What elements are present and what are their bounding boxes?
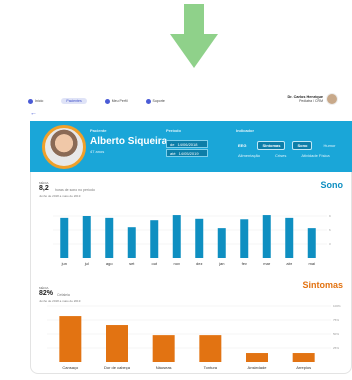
- indicator-alimentacao[interactable]: Alimentação: [234, 152, 264, 159]
- sono-metric-unit: horas de sono no período: [55, 188, 95, 192]
- date-from-prefix: de: [170, 142, 175, 147]
- charts-canvas: 9 6 3 jun jul ago set out nov dez jan fev mar abr mai 1…: [47, 214, 341, 370]
- nav-item-label: Suporte: [152, 99, 165, 103]
- date-from-value: 14/06/2018: [177, 142, 198, 147]
- sono-x-tick-label: nov: [174, 261, 180, 266]
- date-to-prefix: até: [170, 151, 176, 156]
- sintomas-metric-unit: Cefaleia: [57, 293, 70, 297]
- sono-x-tick-label: abr: [286, 261, 292, 266]
- sono-bar-jul: [82, 216, 91, 258]
- indicator-eeg[interactable]: EEG: [234, 142, 250, 149]
- down-arrow-icon: [170, 4, 218, 68]
- patient-header: Paciente Alberto Siqueira 47 anos Períod…: [30, 121, 352, 172]
- sintomas-y-tick-label: 75%: [333, 318, 339, 322]
- sintomas-bar-Ansiedade: [246, 353, 268, 362]
- sono-x-tick-label: out: [151, 261, 157, 266]
- date-to-value: 14/05/2019: [178, 151, 199, 156]
- sono-bar-mar: [262, 215, 271, 258]
- sintomas-x-tick-label: Tontura: [204, 365, 218, 370]
- home-icon: [28, 98, 33, 104]
- indicator-atividade-fisica[interactable]: Atividade Física: [297, 152, 333, 159]
- indicator-sono[interactable]: Sono: [292, 141, 313, 150]
- sintomas-y-tick-label: 100%: [333, 304, 341, 308]
- back-arrow-icon[interactable]: ←: [30, 110, 37, 117]
- sintomas-y-tick-label: 25%: [333, 346, 339, 350]
- sono-bar-mai: [307, 228, 316, 258]
- sono-x-tick-label: set: [129, 261, 135, 266]
- sono-x-tick-label: jul: [84, 261, 89, 266]
- date-from-field[interactable]: de 14/06/2018: [166, 140, 208, 148]
- indicator-row-2: Alimentação Crises Atividade Física: [234, 152, 334, 159]
- sono-bar-nov: [172, 215, 181, 258]
- indicator-sintomas[interactable]: Sintomas: [257, 141, 286, 150]
- sono-bar-dez: [195, 218, 204, 258]
- sono-metric-value: 8,2: [39, 185, 49, 192]
- sintomas-x-tick-label: Náuseas: [156, 365, 172, 370]
- user-avatar: [326, 93, 338, 105]
- top-navigation: Início Pacientes Meu Perfil Suporte Dr. …: [28, 93, 352, 109]
- sintomas-metric-value: 82%: [39, 290, 54, 297]
- sono-chart-title: Sono: [320, 180, 344, 190]
- sono-y-tick-label: 3: [329, 242, 331, 246]
- nav-item-label: Meu Perfil: [111, 99, 128, 103]
- sono-metric-range: Junho de 2018 a maio de 2019: [39, 194, 81, 198]
- nav-item-label: Início: [35, 99, 44, 103]
- sono-x-tick-label: mar: [263, 261, 271, 266]
- sintomas-x-tick-label: Cansaço: [62, 365, 79, 370]
- sintomas-metric-range: Junho de 2018 a maio de 2019: [39, 299, 81, 303]
- sono-x-tick-label: fev: [242, 261, 247, 266]
- sono-bar-out: [150, 220, 159, 258]
- patient-section-label: Paciente: [90, 128, 107, 133]
- sintomas-bar-Cansaço: [59, 316, 82, 362]
- sono-x-tick-label: jun: [61, 261, 67, 266]
- profile-icon: [104, 98, 110, 104]
- user-menu[interactable]: Dr. Carlos Henrique Pediatra / CRM: [288, 93, 338, 105]
- indicator-humor[interactable]: Humor: [319, 142, 339, 149]
- nav-item-inicio[interactable]: Início: [28, 98, 44, 104]
- sono-bar-ago: [105, 217, 114, 258]
- sintomas-bar-Náuseas: [152, 335, 175, 362]
- sintomas-bar-Tontura: [199, 335, 222, 362]
- sintomas-bar-Dor de cabeça: [106, 325, 128, 362]
- period-label: Período: [166, 128, 181, 133]
- sono-y-tick-label: 6: [329, 228, 331, 232]
- patient-avatar: [42, 125, 86, 169]
- nav-item-meu-perfil[interactable]: Meu Perfil: [104, 98, 128, 104]
- sono-bar-jun: [60, 217, 69, 258]
- charts-panel: 9 6 3 jun jul ago set out nov dez jan fev mar abr mai 1…: [30, 172, 352, 374]
- sono-x-tick-label: mai: [309, 261, 316, 266]
- indicator-label: Indicador: [236, 128, 255, 133]
- sono-x-tick-label: jan: [218, 261, 224, 266]
- sintomas-bar-Arrepios: [292, 353, 315, 362]
- sintomas-x-tick-label: Ansiedade: [248, 365, 268, 370]
- sintomas-x-tick-label: Dor de cabeça: [104, 365, 131, 370]
- indicator-crises[interactable]: Crises: [271, 152, 290, 159]
- nav-item-pacientes[interactable]: Pacientes: [61, 98, 87, 104]
- indicator-row-1: EEG Sintomas Sono Humor: [234, 141, 339, 150]
- sintomas-y-tick-label: 50%: [333, 332, 339, 336]
- sintomas-x-tick-label: Arrepios: [296, 365, 311, 370]
- nav-item-label: Pacientes: [61, 98, 87, 104]
- user-role: Pediatra / CRM: [299, 99, 323, 103]
- sono-bar-fev: [240, 219, 249, 258]
- nav-item-suporte[interactable]: Suporte: [145, 98, 165, 104]
- patient-age: 47 anos: [90, 149, 105, 154]
- date-to-field[interactable]: até 14/05/2019: [166, 149, 208, 157]
- sono-x-tick-label: ago: [106, 261, 113, 266]
- patient-name: Alberto Siqueira: [90, 136, 168, 147]
- sono-y-tick-label: 9: [329, 214, 331, 218]
- support-icon: [145, 98, 151, 104]
- sono-x-tick-label: dez: [196, 261, 202, 266]
- sintomas-chart-title: Sintomas: [302, 280, 343, 290]
- sono-bar-abr: [285, 217, 294, 258]
- sono-bar-jan: [217, 228, 226, 258]
- sono-bar-set: [127, 227, 136, 258]
